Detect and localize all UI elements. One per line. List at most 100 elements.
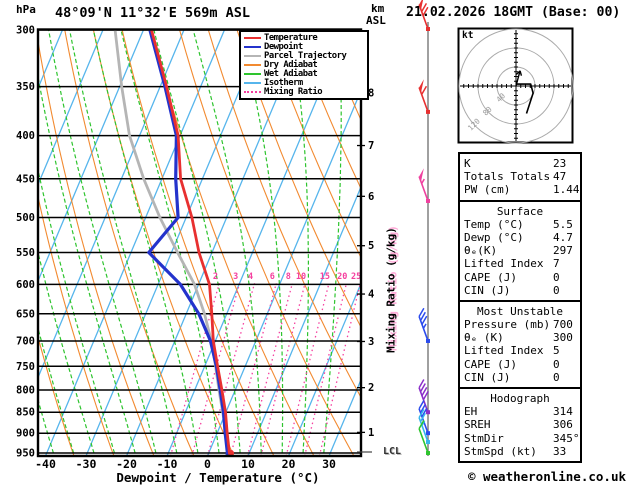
barb-base-dot — [426, 27, 430, 31]
stat-value: 47 — [553, 170, 567, 184]
barb-base-dot — [426, 338, 430, 343]
legend-box: Temperature Dewpoint Parcel Trajectory Dry … — [239, 30, 369, 101]
mixing-ratio-label: 25 — [351, 272, 361, 282]
pressure-tick-label: 450 — [16, 173, 35, 185]
stat-label: CAPE (J) — [464, 357, 517, 371]
stat-label: K — [464, 157, 471, 170]
pressure-tick-label: 950 — [16, 448, 35, 460]
temperature-tick-label: 10 — [241, 457, 255, 471]
barb-half — [422, 323, 427, 329]
km-tick-label: 1 — [368, 427, 374, 439]
temperature-tick-label: -20 — [116, 457, 137, 471]
station-title: 48°09'N 11°32'E 569m ASL — [55, 5, 251, 21]
stat-value: 4.7 — [553, 230, 573, 244]
stat-value: 0 — [553, 357, 560, 371]
barb-base-dot — [426, 431, 430, 436]
stats-panel-box: Hodograph EH 314 SREH 306 StmDir 345° StmSpd (k… — [458, 387, 582, 463]
mixing-ratio-label: 4 — [248, 272, 253, 282]
barb-base-dot — [426, 198, 430, 203]
mixing-ratio-label: 3 — [233, 272, 238, 282]
stat-row: StmSpd (kt) 33 — [464, 445, 576, 458]
wind-barb-column — [418, 0, 430, 456]
temperature-tick-label: 0 — [204, 457, 211, 471]
stat-row: SREH 306 — [464, 418, 576, 431]
km-tick-label: 2 — [368, 382, 374, 394]
stat-row: Dewp (°C) 4.7 — [464, 231, 576, 244]
stat-label: CIN (J) — [464, 283, 511, 297]
mixing-ratio-line — [206, 283, 256, 457]
temperature-tick-label: -40 — [35, 457, 56, 471]
stat-label: EH — [464, 405, 478, 419]
pressure-tick-label: 650 — [16, 308, 35, 320]
lcl-marker-label: LCL — [383, 446, 402, 457]
pressure-tick-label: 300 — [16, 25, 35, 37]
pressure-tick-label: 350 — [16, 81, 35, 93]
stat-value: 1.44 — [553, 183, 580, 197]
stat-label: Lifted Index — [464, 257, 544, 271]
stat-value: 7 — [553, 257, 560, 271]
stats-panel-box: K 23 Totals Totals 47 PW (cm) 1.44 — [458, 152, 582, 202]
temperature-tick-label: 20 — [282, 457, 296, 471]
run-datetime: 21.02.2026 18GMT (Base: 00) — [406, 5, 621, 20]
barb-full — [421, 85, 428, 95]
stats-panel-box: Most Unstable Pressure (mb) 700 θₑ (K) 300 Li… — [458, 299, 582, 389]
mixing-ratio-label: 6 — [270, 272, 275, 282]
temperature-axis-label: Dewpoint / Temperature (°C) — [116, 470, 320, 485]
stat-label: CIN (J) — [464, 370, 511, 384]
km-tick-label: 6 — [368, 191, 374, 203]
stat-row: PW (cm) 1.44 — [464, 183, 580, 197]
stat-value: 5 — [553, 344, 560, 358]
pressure-tick-label: 700 — [16, 335, 35, 347]
mixing-ratio-line — [246, 283, 294, 457]
credit-footer: © weatheronline.co.uk — [467, 469, 626, 484]
stat-row: Lifted Index 5 — [464, 344, 576, 357]
legend-item: Mixing Ratio — [244, 86, 367, 97]
barb-base-dot — [426, 109, 430, 114]
mixing-ratio-label: 15 — [320, 272, 330, 282]
stat-row: Totals Totals 47 — [464, 170, 576, 183]
temperature-tick-label: 30 — [322, 457, 336, 471]
stat-label: Dewp (°C) — [464, 230, 524, 244]
legend-item: Temperature — [244, 33, 367, 43]
pressure-axis-unit: hPa — [16, 3, 36, 16]
stats-panel-title: Surface — [496, 204, 544, 218]
stat-label: θₑ (K) — [464, 331, 504, 345]
stat-value: 5.5 — [553, 217, 573, 231]
stats-panels: K 23 Totals Totals 47 PW (cm) 1.44 Surface Temp… — [458, 152, 582, 463]
stat-value: 0 — [553, 283, 560, 297]
stat-row: θₑ (K) 300 — [464, 331, 576, 344]
stat-value: 33 — [553, 444, 567, 458]
stat-value: 700 — [553, 318, 573, 332]
legend-line-sample — [244, 37, 261, 40]
altitude-axis-asl: ASL — [366, 14, 386, 27]
barb-base-dot — [426, 410, 430, 415]
stats-panel-title: Hodograph — [490, 392, 550, 405]
stat-label: θₑ(K) — [464, 244, 498, 258]
stat-row: θₑ(K) 297 — [464, 244, 576, 257]
pressure-tick-label: 550 — [16, 247, 35, 259]
km-tick-label: 7 — [368, 140, 374, 152]
pressure-tick-label: 900 — [16, 428, 35, 440]
stat-row: CIN (J) 0 — [464, 284, 576, 297]
pressure-tick-label: 400 — [16, 130, 35, 142]
legend-line-sample — [244, 90, 261, 93]
stats-panel-box: Surface Temp (°C) 5.5 Dewp (°C) 4.7 θₑ(K) 297 L… — [458, 199, 582, 302]
legend-line-sample — [244, 64, 261, 67]
hodograph-unit-label: kt — [462, 30, 474, 41]
stat-label: SREH — [464, 418, 491, 432]
stat-label: Pressure (mb) — [464, 318, 551, 332]
stat-label: PW (cm) — [464, 183, 511, 197]
stat-value: 306 — [553, 418, 573, 432]
stat-value: 345° — [553, 431, 580, 445]
legend-item-label: Mixing Ratio — [264, 86, 323, 97]
parcel-trajectory-curve — [113, 29, 232, 456]
stat-label: Totals Totals — [464, 170, 551, 184]
stat-row: K 23 — [464, 157, 576, 170]
legend-item: Wet Adiabat — [244, 69, 367, 79]
stat-value: 0 — [553, 270, 560, 284]
stat-label: Lifted Index — [464, 344, 544, 358]
mixing-ratio-axis-label: Mixing Ratio (g/kg) — [384, 227, 398, 353]
mixing-ratio-label: 20 — [337, 272, 347, 282]
stat-row: CIN (J) 0 — [464, 371, 576, 384]
stat-row: Lifted Index 7 — [464, 257, 576, 270]
